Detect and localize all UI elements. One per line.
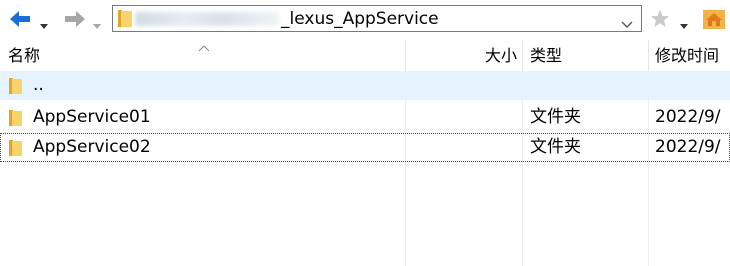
sort-ascending-icon: [198, 37, 210, 56]
file-type: [530, 71, 640, 100]
address-bar[interactable]: _lexus_AppService: [112, 5, 642, 32]
file-name: AppService02: [33, 137, 151, 157]
chevron-down-icon: [40, 24, 48, 29]
file-type: 文件夹: [530, 107, 581, 127]
file-name: ..: [33, 75, 44, 95]
toolbar: _lexus_AppService: [0, 0, 730, 40]
folder-icon: [9, 78, 22, 98]
file-name: AppService01: [33, 107, 151, 127]
back-history-dropdown[interactable]: [40, 15, 48, 29]
address-dropdown-button[interactable]: [621, 14, 633, 33]
chevron-down-icon: [680, 24, 688, 29]
address-path-text: _lexus_AppService: [281, 9, 439, 29]
back-button[interactable]: [8, 9, 32, 29]
file-type: 文件夹: [530, 137, 581, 157]
folder-icon: [9, 140, 22, 160]
file-modified: [655, 71, 730, 100]
folder-icon: [118, 10, 132, 31]
chevron-down-icon: [93, 24, 101, 29]
list-item-folder[interactable]: AppService02 文件夹 2022/9/: [0, 133, 730, 162]
forward-button[interactable]: [63, 9, 87, 29]
list-item-parent-dir[interactable]: ..: [0, 71, 730, 100]
forward-arrow-icon: [65, 11, 85, 27]
back-arrow-icon: [10, 11, 30, 27]
column-gridline: [522, 71, 523, 266]
forward-history-dropdown[interactable]: [93, 15, 101, 29]
star-icon: [651, 10, 669, 27]
file-modified: 2022/9/: [655, 137, 721, 157]
folder-icon: [9, 110, 22, 130]
home-folder-icon: [703, 10, 725, 29]
list-item-folder[interactable]: AppService01 文件夹 2022/9/: [0, 103, 730, 132]
column-divider[interactable]: [648, 40, 649, 71]
bookmark-dropdown[interactable]: [680, 15, 688, 34]
column-header-row: 名称 大小 类型 修改时间: [0, 40, 730, 71]
column-header-modified[interactable]: 修改时间: [655, 40, 730, 71]
redacted-path-segment: [135, 12, 279, 26]
chevron-down-icon: [621, 21, 633, 28]
column-divider[interactable]: [522, 40, 523, 71]
column-gridline: [405, 71, 406, 266]
column-header-size[interactable]: 大小: [405, 40, 517, 71]
home-button[interactable]: [703, 8, 725, 34]
column-gridline: [648, 71, 649, 266]
file-modified: 2022/9/: [655, 107, 721, 127]
column-header-type[interactable]: 类型: [530, 40, 640, 71]
bookmark-button[interactable]: [650, 9, 670, 33]
